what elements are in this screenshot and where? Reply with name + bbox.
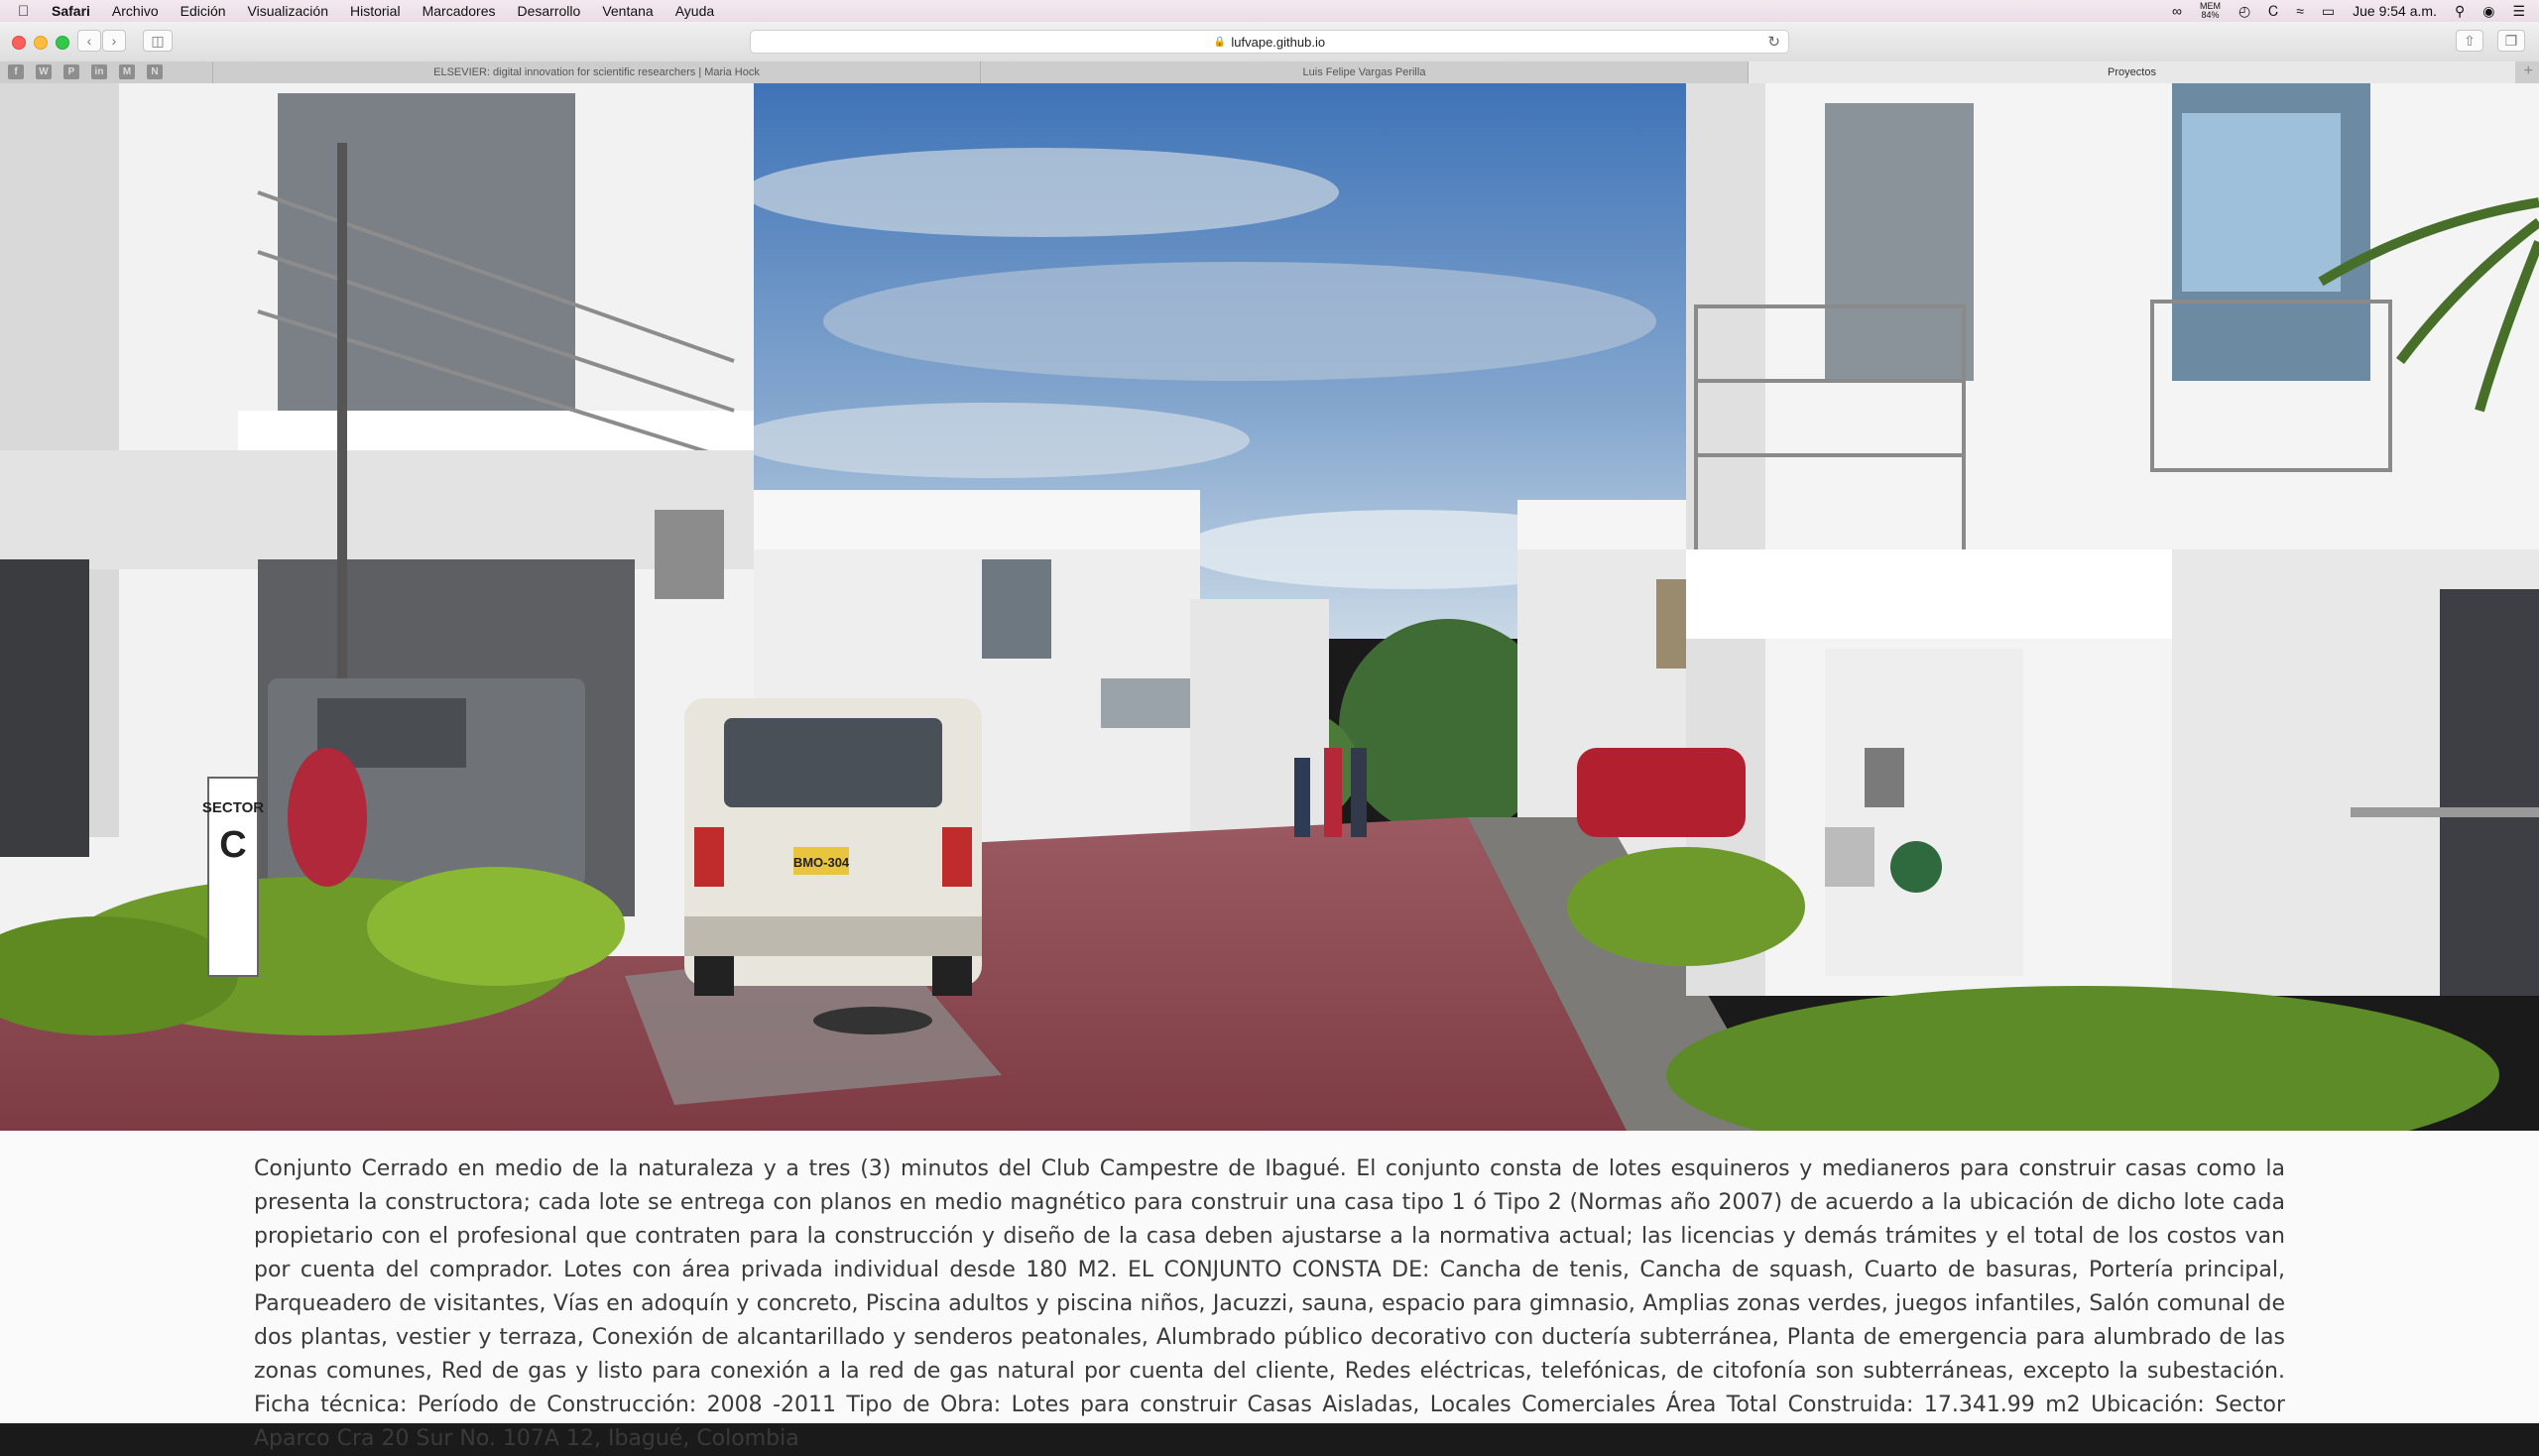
back-button[interactable]: ‹ bbox=[77, 30, 101, 52]
share-icon: ⇧ bbox=[2464, 32, 2476, 49]
tab-proyectos[interactable]: Proyectos bbox=[1748, 61, 2515, 83]
browser-toolbar: ‹ › ◫ 🔒 lufvape.github.io ↻ ⇧ ❐ bbox=[0, 22, 2539, 62]
menu-desarrollo[interactable]: Desarrollo bbox=[518, 3, 581, 19]
memory-indicator[interactable]: MEM 84% bbox=[2200, 2, 2221, 20]
favorite-facebook-icon[interactable]: f bbox=[8, 64, 24, 79]
new-tab-icon[interactable]: + bbox=[2524, 62, 2533, 80]
url-text: lufvape.github.io bbox=[1231, 34, 1326, 50]
license-plate: BMO-304 bbox=[793, 855, 850, 870]
favorite-pinterest-icon[interactable]: P bbox=[63, 64, 79, 79]
airplay-icon[interactable]: ▭ bbox=[2322, 3, 2335, 20]
favorite-n-icon[interactable]: N bbox=[147, 64, 163, 79]
menu-edicion[interactable]: Edición bbox=[181, 3, 226, 19]
menu-bar:  Safari Archivo Edición Visualización H… bbox=[0, 0, 2539, 22]
menu-historial[interactable]: Historial bbox=[350, 3, 401, 19]
lock-icon: 🔒 bbox=[1213, 36, 1227, 48]
siri-icon[interactable]: ◉ bbox=[2482, 3, 2494, 20]
close-window-button[interactable] bbox=[12, 36, 26, 50]
tab-title: Proyectos bbox=[2108, 66, 2156, 78]
menu-marcadores[interactable]: Marcadores bbox=[423, 3, 496, 19]
sector-sign-label: SECTOR bbox=[202, 799, 264, 816]
address-bar[interactable]: 🔒 lufvape.github.io ↻ bbox=[750, 30, 1789, 54]
tab-title: Luis Felipe Vargas Perilla bbox=[1302, 66, 1426, 78]
tab-luis-felipe[interactable]: Luis Felipe Vargas Perilla bbox=[980, 61, 1748, 83]
chevron-right-icon: › bbox=[111, 33, 117, 49]
share-button[interactable]: ⇧ bbox=[2456, 30, 2483, 52]
favorite-linkedin-icon[interactable]: in bbox=[91, 64, 107, 79]
tab-elsevier[interactable]: ELSEVIER: digital innovation for scienti… bbox=[212, 61, 980, 83]
notification-center-icon[interactable]: ☰ bbox=[2512, 3, 2525, 20]
sidebar-icon: ◫ bbox=[151, 32, 165, 49]
wifi-icon[interactable]: ≈ bbox=[2296, 3, 2304, 19]
menu-app[interactable]: Safari bbox=[52, 3, 90, 19]
menu-archivo[interactable]: Archivo bbox=[112, 3, 159, 19]
minimize-window-button[interactable] bbox=[34, 36, 48, 50]
tabs-icon: ❐ bbox=[2504, 32, 2518, 49]
status-area: ∞ MEM 84% ◴ Ꮯ ≈ ▭ Jue 9:54 a.m. ⚲ ◉ ☰ bbox=[2172, 0, 2525, 22]
favorites-bar: f W P in M N bbox=[8, 64, 163, 79]
project-photo: SECTOR C BMO-304 bbox=[0, 83, 2539, 1131]
zoom-window-button[interactable] bbox=[56, 36, 69, 50]
chevron-left-icon: ‹ bbox=[86, 33, 92, 49]
project-description-panel: Conjunto Cerrado en medio de la naturale… bbox=[0, 1131, 2539, 1451]
tab-bar: f W P in M N ELSEVIER: digital innovatio… bbox=[0, 61, 2539, 84]
bluetooth-icon[interactable]: Ꮯ bbox=[2268, 3, 2278, 20]
sidebar-button[interactable]: ◫ bbox=[143, 30, 173, 52]
favorite-wikipedia-icon[interactable]: W bbox=[36, 64, 52, 79]
menu-ayuda[interactable]: Ayuda bbox=[675, 3, 714, 19]
favorite-gmail-icon[interactable]: M bbox=[119, 64, 135, 79]
menu-visualizacion[interactable]: Visualización bbox=[248, 3, 328, 19]
tab-overview-button[interactable]: ❐ bbox=[2497, 30, 2525, 52]
memory-value: 84% bbox=[2201, 10, 2220, 20]
forward-button[interactable]: › bbox=[102, 30, 126, 52]
apple-menu-icon[interactable]:  bbox=[18, 3, 34, 20]
clock[interactable]: Jue 9:54 a.m. bbox=[2353, 3, 2437, 19]
sector-sign-letter: C bbox=[219, 824, 246, 866]
project-slideshow: SECTOR C BMO-304 bbox=[0, 83, 2539, 1131]
creative-cloud-icon[interactable]: ∞ bbox=[2172, 3, 2182, 19]
time-machine-icon[interactable]: ◴ bbox=[2238, 3, 2250, 20]
window-controls bbox=[12, 36, 69, 50]
spotlight-icon[interactable]: ⚲ bbox=[2455, 3, 2465, 20]
tab-title: ELSEVIER: digital innovation for scienti… bbox=[433, 66, 760, 78]
menu-ventana[interactable]: Ventana bbox=[602, 3, 653, 19]
project-description: Conjunto Cerrado en medio de la naturale… bbox=[254, 1156, 2285, 1451]
reload-icon[interactable]: ↻ bbox=[1767, 33, 1780, 51]
